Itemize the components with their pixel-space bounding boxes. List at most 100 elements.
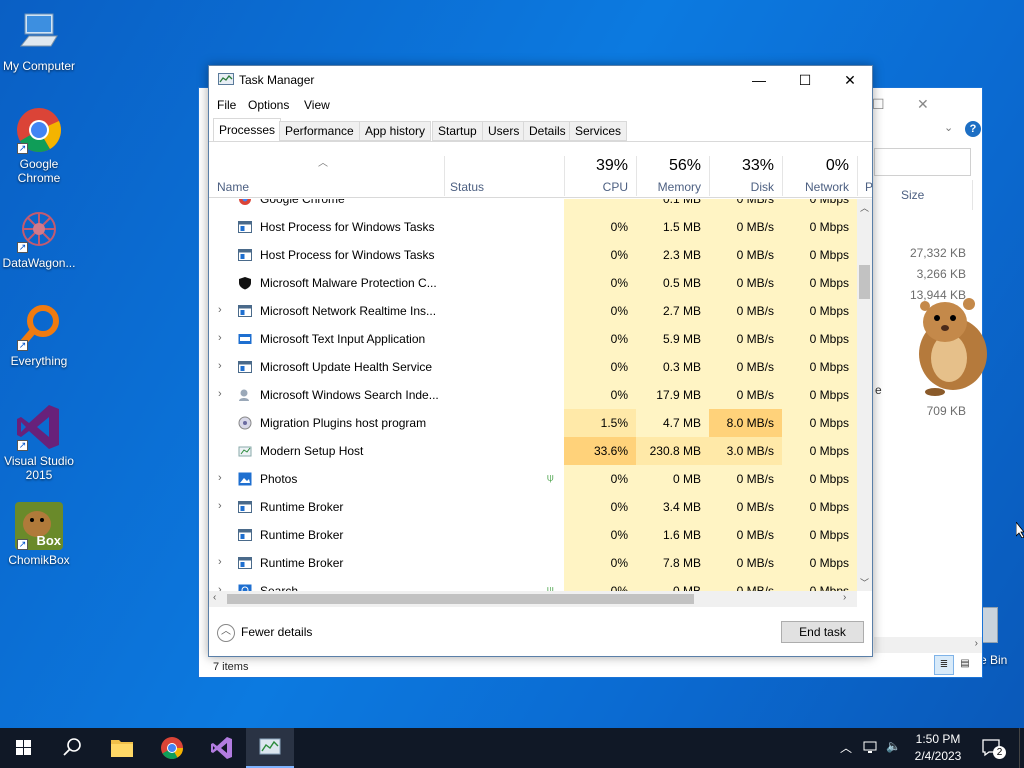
disk-cell: 8.0 MB/s <box>709 409 782 437</box>
network-icon[interactable] <box>863 739 879 758</box>
disk-cell: 0 MB/s <box>709 381 782 409</box>
help-icon[interactable]: ? <box>965 121 981 137</box>
search-input[interactable] <box>874 148 971 176</box>
scroll-down-icon[interactable]: ﹀ <box>860 576 869 589</box>
expand-chevron-icon[interactable]: › <box>218 584 222 591</box>
scroll-right-icon[interactable]: › <box>975 638 978 649</box>
cpu-cell: 0% <box>564 325 636 353</box>
tab-users[interactable]: Users <box>482 121 526 141</box>
horizontal-scrollbar[interactable]: ‹ › <box>209 591 857 607</box>
scroll-thumb[interactable] <box>859 265 870 299</box>
expand-chevron-icon[interactable]: › <box>218 500 222 512</box>
menu-options[interactable]: Options <box>248 98 289 112</box>
show-hidden-icons-chevron-icon[interactable]: ︿ <box>840 739 852 756</box>
desktop-icon-chrome[interactable]: ↗ Google Chrome <box>0 106 78 185</box>
expand-chevron-icon[interactable]: › <box>218 556 222 568</box>
vertical-scrollbar[interactable]: ︿ ﹀ <box>857 199 872 591</box>
size-column-header[interactable]: Size <box>901 188 924 202</box>
taskbar-task-manager[interactable] <box>246 728 294 768</box>
tab-processes[interactable]: Processes <box>213 118 282 142</box>
tab-startup[interactable]: Startup <box>432 121 483 141</box>
process-row[interactable]: Host Process for Windows Tasks 0% 1.5 MB 0 … <box>209 213 857 241</box>
process-row[interactable]: › Search ⍦ 0% 0 MB 0 MB/s 0 Mbps <box>209 577 857 591</box>
process-row[interactable]: Host Process for Windows Tasks 0% 2.3 MB 0 … <box>209 241 857 269</box>
process-row[interactable]: › Runtime Broker 0% 3.4 MB 0 MB/s 0 Mbps <box>209 493 857 521</box>
tab-details[interactable]: Details <box>523 121 572 141</box>
column-header-name[interactable]: Name <box>209 154 444 198</box>
menu-view[interactable]: View <box>304 98 330 112</box>
desktop-icon-my-computer[interactable]: My Computer <box>0 8 78 73</box>
chevron-up-icon: ︿ <box>217 624 235 642</box>
large-icons-view-icon[interactable]: ▤ <box>956 655 974 675</box>
desktop-icon-visual-studio[interactable]: ↗ Visual Studio 2015 <box>0 403 78 482</box>
end-task-button[interactable]: End task <box>781 621 864 643</box>
shortcut-arrow-icon: ↗ <box>17 143 28 154</box>
network-cell: 0 Mbps <box>782 325 857 353</box>
title-bar[interactable]: Task Manager — ☐ ✕ <box>209 66 872 94</box>
expand-chevron-icon[interactable]: › <box>218 304 222 316</box>
network-cell: 0 Mbps <box>782 409 857 437</box>
process-row[interactable]: Google Chrome 0.1 MB 0 MB/s 0 Mbps <box>209 199 857 213</box>
process-icon <box>238 361 252 373</box>
process-row[interactable]: Runtime Broker 0% 1.6 MB 0 MB/s 0 Mbps <box>209 521 857 549</box>
close-icon[interactable]: ✕ <box>917 96 929 113</box>
taskbar-chrome[interactable] <box>148 728 196 768</box>
tab-app-history[interactable]: App history <box>359 121 432 141</box>
desktop-icon-datawagon[interactable]: ↗ DataWagon... <box>0 205 78 270</box>
action-center-button[interactable]: 2 <box>980 736 1006 760</box>
minimize-button[interactable]: — <box>736 66 782 94</box>
process-row[interactable]: › Microsoft Update Health Service 0% 0.3 MB… <box>209 353 857 381</box>
desktop-icon-chomikbox[interactable]: Box ↗ ChomikBox <box>0 502 78 567</box>
expand-chevron-icon[interactable]: › <box>218 332 222 344</box>
column-header-network[interactable]: 0% Network <box>782 154 857 198</box>
desktop-icon-label: ChomikBox <box>8 553 70 567</box>
column-header-memory[interactable]: 56% Memory <box>636 154 709 198</box>
system-clock[interactable]: 1:50 PM 2/4/2023 <box>905 731 971 765</box>
disk-cell: 3.0 MB/s <box>709 437 782 465</box>
scroll-right-icon[interactable]: › <box>843 592 846 603</box>
process-row[interactable]: › Microsoft Network Realtime Ins... 0% 2.7 … <box>209 297 857 325</box>
maximize-icon[interactable]: ☐ <box>872 96 885 113</box>
column-header-disk[interactable]: 33% Disk <box>709 154 782 198</box>
menu-file[interactable]: File <box>217 98 236 112</box>
scroll-up-icon[interactable]: ︿ <box>860 201 869 214</box>
chevron-down-icon[interactable]: ⌄ <box>944 121 953 134</box>
fewer-details-button[interactable]: ︿ Fewer details <box>217 624 312 642</box>
process-name: Modern Setup Host <box>260 444 364 458</box>
taskbar-file-explorer[interactable] <box>98 728 146 768</box>
process-name: Runtime Broker <box>260 556 344 570</box>
process-row[interactable]: › Runtime Broker 0% 7.8 MB 0 MB/s 0 Mbps <box>209 549 857 577</box>
process-row[interactable]: › Microsoft Windows Search Inde... 0% 17.9 … <box>209 381 857 409</box>
scroll-thumb[interactable] <box>227 594 694 604</box>
volume-icon[interactable]: 🔈 <box>886 739 901 753</box>
memory-cell: 1.6 MB <box>636 521 709 549</box>
expand-chevron-icon[interactable]: › <box>218 360 222 372</box>
column-header-cpu[interactable]: 39% CPU <box>564 154 636 198</box>
tab-services[interactable]: Services <box>569 121 628 141</box>
horizontal-scrollbar[interactable]: › <box>874 637 982 653</box>
process-row[interactable]: › Photos ⍦ 0% 0 MB 0 MB/s 0 Mbps <box>209 465 857 493</box>
process-row[interactable]: Microsoft Malware Protection C... 0% 0.5 M… <box>209 269 857 297</box>
show-desktop-button[interactable] <box>1019 728 1024 768</box>
memory-cell: 5.9 MB <box>636 325 709 353</box>
scroll-left-icon[interactable]: ‹ <box>213 592 216 603</box>
process-row[interactable]: Migration Plugins host program 1.5% 4.7 MB… <box>209 409 857 437</box>
maximize-button[interactable]: ☐ <box>782 66 828 94</box>
taskbar-visual-studio[interactable] <box>198 728 246 768</box>
search-button[interactable] <box>48 728 96 768</box>
process-list[interactable]: Google Chrome 0.1 MB 0 MB/s 0 Mbps Host Proc… <box>209 199 857 591</box>
start-button[interactable] <box>0 728 48 768</box>
menu-bar: File Options View <box>209 94 872 116</box>
details-view-icon[interactable]: ≣ <box>934 655 954 675</box>
column-header-power[interactable]: P <box>857 154 873 198</box>
expand-chevron-icon[interactable]: › <box>218 472 222 484</box>
expand-chevron-icon[interactable]: › <box>218 388 222 400</box>
column-header-status[interactable]: Status <box>444 154 564 198</box>
desktop-icon-everything[interactable]: ↗ Everything <box>0 303 78 368</box>
tab-performance[interactable]: Performance <box>279 121 360 141</box>
visual-studio-icon: ↗ <box>15 403 63 451</box>
close-button[interactable]: ✕ <box>827 66 873 94</box>
process-row[interactable]: › Microsoft Text Input Application 0% 5.9 M… <box>209 325 857 353</box>
process-row[interactable]: Modern Setup Host 33.6% 230.8 MB 3.0 MB/s 0 … <box>209 437 857 465</box>
task-manager-window[interactable]: Task Manager — ☐ ✕ File Options View Pro… <box>208 65 873 657</box>
